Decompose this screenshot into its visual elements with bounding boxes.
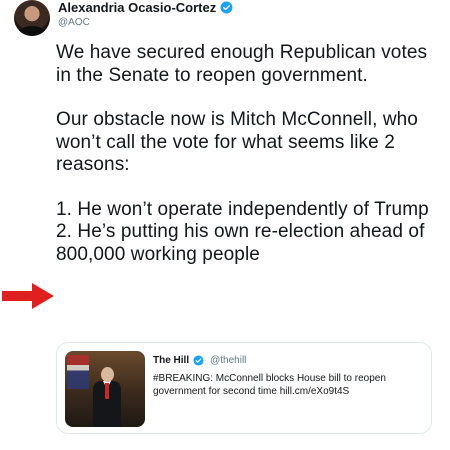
quoted-tweet-card[interactable]: The Hill @thehill #BREAKING: McConnell b…: [56, 342, 432, 434]
tweet-paragraph: 1. He won’t operate independently of Tru…: [56, 198, 429, 220]
quoted-tweet-image: [65, 351, 145, 427]
quoted-tweet-header: The Hill @thehill: [153, 355, 246, 366]
tweet-paragraph: Our obstacle now is Mitch McConnell, who…: [56, 109, 418, 175]
quoted-author-name[interactable]: The Hill: [153, 355, 189, 366]
verified-badge-icon: [193, 355, 204, 366]
tweet-paragraph: 2. He’s putting his own re-election ahea…: [56, 221, 425, 265]
red-arrow-icon: [2, 283, 54, 309]
quoted-tweet-text: #BREAKING: McConnell blocks House bill t…: [153, 373, 386, 397]
tweet-text: We have secured enough Republican votes …: [56, 42, 440, 266]
author-handle[interactable]: @AOC: [58, 17, 90, 28]
tweet-paragraph: We have secured enough Republican votes …: [56, 42, 428, 86]
quoted-author-handle[interactable]: @thehill: [210, 355, 246, 366]
author-display-name[interactable]: Alexandria Ocasio-Cortez: [58, 0, 216, 15]
verified-badge-icon: [220, 1, 233, 14]
author-name-row: Alexandria Ocasio-Cortez: [58, 0, 233, 15]
avatar[interactable]: [14, 0, 50, 36]
tweet-header: Alexandria Ocasio-Cortez @AOC: [10, 0, 440, 40]
